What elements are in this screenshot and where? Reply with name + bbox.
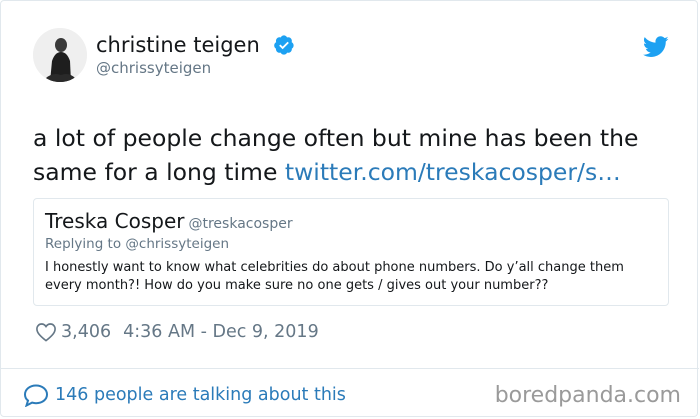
twitter-bird-icon[interactable]	[643, 36, 669, 58]
author-name[interactable]: christine teigen	[96, 33, 260, 57]
timestamp[interactable]: 4:36 AM - Dec 9, 2019	[123, 322, 319, 342]
conversation-link[interactable]: 146 people are talking about this	[23, 381, 346, 409]
like-count[interactable]: 3,406	[61, 322, 111, 342]
quoted-author-handle[interactable]: @treskacosper	[188, 216, 292, 232]
verified-badge-icon	[274, 35, 294, 55]
quoted-text: I honestly want to know what celebrities…	[45, 260, 624, 293]
heart-icon[interactable]	[35, 322, 57, 342]
tweet-text: a lot of people change often but mine ha…	[33, 121, 673, 189]
replying-to: Replying to @chrissyteigen	[45, 236, 230, 252]
quoted-tweet[interactable]: Treska Cosper @treskacosper Replying to @…	[33, 198, 669, 306]
avatar[interactable]	[33, 28, 87, 82]
speech-bubble-icon	[23, 384, 49, 407]
tweet-link[interactable]: twitter.com/treskacosper/s…	[285, 158, 621, 186]
quoted-author-name[interactable]: Treska Cosper	[45, 209, 184, 233]
quoted-author-line: Treska Cosper @treskacosper	[45, 209, 293, 233]
conversation-count[interactable]: 146 people are talking about this	[55, 385, 346, 405]
author-handle[interactable]: @chrissyteigen	[96, 59, 211, 77]
embedded-tweet-card: christine teigen @chrissyteigen a lot of…	[0, 0, 699, 417]
tweet-meta: 3,406 4:36 AM - Dec 9, 2019	[35, 319, 319, 345]
divider	[1, 368, 699, 369]
watermark: boredpanda.com	[494, 383, 681, 408]
